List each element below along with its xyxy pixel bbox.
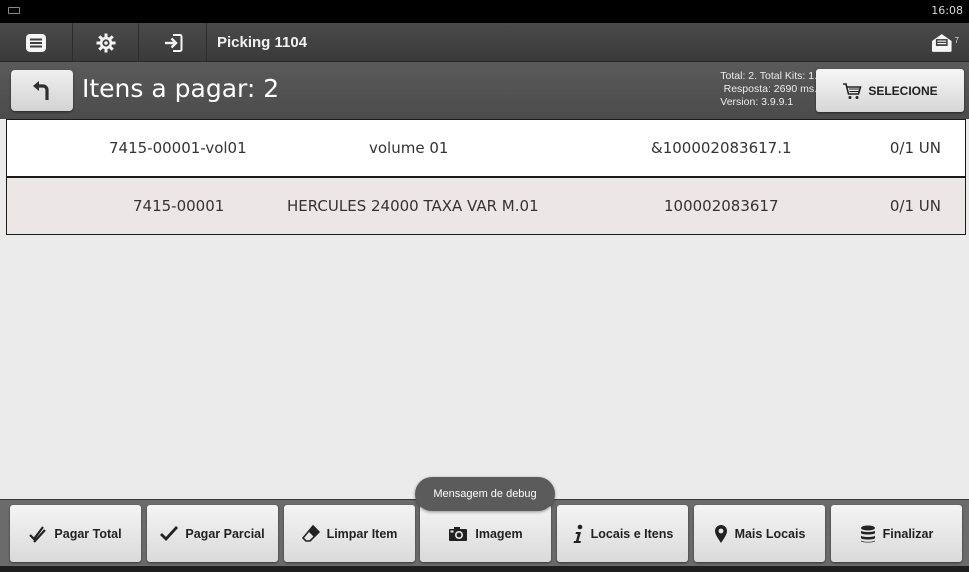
login-icon	[164, 33, 182, 52]
totals-text: Total: 2. Total Kits: 1.	[720, 70, 817, 82]
item-barcode: 100002083617	[664, 197, 779, 215]
item-quantity: 0/1 UN	[889, 197, 941, 215]
pay-partial-label: Pagar Parcial	[185, 526, 265, 541]
gear-icon	[96, 33, 115, 52]
item-description: HERCULES 24000 TAXA VAR M.01	[287, 197, 539, 215]
check-icon	[160, 525, 179, 541]
items-to-pay-title: Itens a pagar: 2	[82, 74, 280, 103]
version-text: Version: 3.9.9.1	[720, 96, 794, 108]
more-locations-button[interactable]: Mais Locais	[694, 505, 825, 562]
item-barcode: &100002083617.1	[651, 139, 792, 157]
menu-icon	[26, 33, 46, 52]
response-time-text: Resposta: 2690 ms.	[723, 83, 817, 95]
double-check-icon	[29, 525, 47, 543]
pay-partial-button[interactable]: Pagar Parcial	[147, 505, 278, 562]
location-pin-icon	[714, 524, 727, 543]
keyboard-icon	[8, 7, 20, 14]
image-button[interactable]: Imagem	[420, 505, 551, 562]
page-title: Picking 1104	[217, 34, 308, 51]
item-code: 7415-00001-vol01	[109, 139, 247, 157]
cart-icon	[843, 82, 862, 99]
menu-button[interactable]	[0, 23, 73, 62]
finalize-button[interactable]: Finalizar	[831, 505, 962, 562]
info-panel: Total: 2. Total Kits: 1. Resposta: 2690 …	[720, 70, 817, 109]
clear-item-button[interactable]: Limpar Item	[284, 505, 415, 562]
settings-button[interactable]	[73, 23, 139, 62]
locations-items-button[interactable]: Locais e Itens	[557, 505, 688, 562]
image-label: Imagem	[475, 526, 523, 541]
clear-item-label: Limpar Item	[326, 526, 398, 541]
top-toolbar: Picking 1104 7	[0, 23, 969, 62]
item-code: 7415-00001	[133, 197, 225, 215]
database-icon	[860, 525, 875, 542]
eraser-icon	[301, 524, 320, 542]
select-button-label: SELECIONE	[868, 83, 938, 98]
message-icon	[931, 34, 952, 52]
back-arrow-icon	[33, 80, 49, 100]
select-button[interactable]: SELECIONE	[816, 69, 964, 112]
back-button[interactable]	[11, 70, 73, 111]
camera-icon	[449, 526, 468, 541]
login-button[interactable]	[139, 23, 207, 62]
page-header: Itens a pagar: 2 Total: 2. Total Kits: 1…	[0, 62, 969, 119]
list-item[interactable]: 7415-00001 HERCULES 24000 TAXA VAR M.01 …	[6, 177, 966, 235]
info-icon	[573, 524, 582, 543]
status-bar: 16:08	[0, 0, 969, 23]
pay-total-button[interactable]: Pagar Total	[10, 505, 141, 562]
clock: 16:08	[931, 4, 963, 17]
bottom-edge	[0, 566, 969, 572]
items-list: 7415-00001-vol01 volume 01 &100002083617…	[0, 119, 969, 499]
item-description: volume 01	[369, 139, 449, 157]
list-item[interactable]: 7415-00001-vol01 volume 01 &100002083617…	[6, 119, 966, 177]
item-quantity: 0/1 UN	[889, 139, 941, 157]
locations-items-label: Locais e Itens	[590, 526, 674, 541]
finalize-label: Finalizar	[882, 526, 934, 541]
debug-toast: Mensagem de debug	[415, 477, 555, 511]
more-locations-label: Mais Locais	[734, 526, 806, 541]
pay-total-label: Pagar Total	[54, 526, 122, 541]
message-button[interactable]: 7	[931, 31, 959, 55]
